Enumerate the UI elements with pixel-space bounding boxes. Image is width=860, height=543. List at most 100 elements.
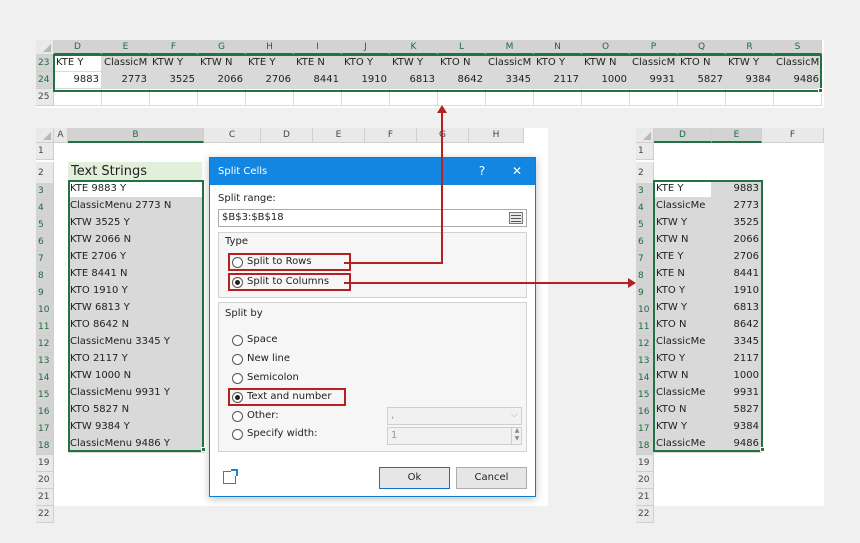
row-header[interactable]: 16 [36, 404, 54, 421]
table-cell[interactable]: 2706 [246, 72, 294, 89]
row-header[interactable]: 8 [636, 268, 654, 285]
split-text-cell[interactable]: ClassicMe [654, 198, 712, 215]
split-number-cell[interactable]: 5827 [712, 402, 762, 419]
row-header[interactable]: 5 [636, 217, 654, 234]
table-cell[interactable]: 1000 [582, 72, 630, 89]
text-string-cell[interactable]: KTW 6813 Y [68, 300, 204, 317]
new-line-radio[interactable] [232, 354, 243, 365]
column-header[interactable]: R [726, 40, 774, 55]
fill-handle[interactable] [760, 447, 765, 452]
table-cell[interactable] [774, 89, 822, 106]
split-number-cell[interactable]: 1000 [712, 368, 762, 385]
row-header[interactable]: 5 [36, 217, 54, 234]
help-button[interactable]: ? [472, 158, 492, 185]
table-cell[interactable]: KTE N [294, 55, 342, 72]
split-text-cell[interactable]: ClassicMe [654, 436, 712, 453]
column-header[interactable]: P [630, 40, 678, 55]
specify-width-radio[interactable] [232, 429, 243, 440]
table-cell[interactable] [54, 89, 102, 106]
row-header[interactable]: 2 [36, 162, 54, 185]
row-header[interactable]: 3 [36, 183, 54, 200]
table-cell[interactable]: 9931 [630, 72, 678, 89]
split-text-cell[interactable]: KTW Y [654, 215, 712, 232]
column-header[interactable]: M [486, 40, 534, 55]
column-header[interactable]: I [294, 40, 342, 55]
column-header[interactable]: H [469, 128, 524, 143]
other-radio[interactable] [232, 411, 243, 422]
row-header[interactable]: 16 [636, 404, 654, 421]
table-cell[interactable]: ClassicM [630, 55, 678, 72]
table-cell[interactable]: 2773 [102, 72, 150, 89]
table-cell[interactable] [630, 89, 678, 106]
text-string-cell[interactable]: KTO 5827 N [68, 402, 204, 419]
table-cell[interactable]: KTO N [678, 55, 726, 72]
row-header[interactable]: 15 [636, 387, 654, 404]
row-header[interactable]: 2 [636, 162, 654, 185]
row-header[interactable]: 10 [636, 302, 654, 319]
table-cell[interactable]: ClassicM [774, 55, 822, 72]
table-cell[interactable] [342, 89, 390, 106]
fill-handle[interactable] [201, 447, 206, 452]
split-text-cell[interactable]: ClassicMe [654, 334, 712, 351]
table-cell[interactable]: 2066 [198, 72, 246, 89]
sheet-corner[interactable] [36, 40, 54, 55]
row-header[interactable]: 18 [36, 438, 54, 455]
table-cell[interactable]: KTW N [198, 55, 246, 72]
row-header[interactable]: 10 [36, 302, 54, 319]
other-dropdown[interactable]: , [387, 407, 522, 425]
text-string-cell[interactable]: KTO 2117 Y [68, 351, 204, 368]
sheet-corner[interactable] [636, 128, 654, 143]
split-text-cell[interactable]: KTO Y [654, 283, 712, 300]
table-cell[interactable]: 3525 [150, 72, 198, 89]
row-header[interactable]: 22 [636, 506, 654, 523]
split-text-cell[interactable]: KTW N [654, 232, 712, 249]
table-cell[interactable]: ClassicM [486, 55, 534, 72]
row-header[interactable]: 9 [36, 285, 54, 302]
table-cell[interactable]: 1910 [342, 72, 390, 89]
width-stepper[interactable]: 1 [387, 427, 522, 445]
text-string-cell[interactable]: KTW 3525 Y [68, 215, 204, 232]
column-header[interactable]: D [654, 128, 712, 143]
split-text-cell[interactable]: KTE Y [654, 181, 712, 198]
row-header[interactable]: 6 [36, 234, 54, 251]
column-header[interactable]: O [582, 40, 630, 55]
table-cell[interactable] [534, 89, 582, 106]
column-header[interactable]: A [54, 128, 68, 143]
split-text-cell[interactable]: KTW Y [654, 419, 712, 436]
row-header[interactable]: 17 [36, 421, 54, 438]
split-text-cell[interactable]: KTO N [654, 317, 712, 334]
row-header[interactable]: 1 [36, 143, 54, 160]
row-header[interactable]: 7 [636, 251, 654, 268]
split-text-cell[interactable]: KTO Y [654, 351, 712, 368]
row-header[interactable]: 23 [36, 55, 54, 72]
split-number-cell[interactable]: 2773 [712, 198, 762, 215]
text-string-cell[interactable]: KTE 2706 Y [68, 249, 204, 266]
text-string-cell[interactable]: ClassicMenu 9931 Y [68, 385, 204, 402]
table-cell[interactable]: KTO N [438, 55, 486, 72]
table-cell[interactable] [486, 89, 534, 106]
row-header[interactable]: 21 [36, 489, 54, 506]
stepper-arrows-icon[interactable]: ▲ ▼ [511, 427, 522, 445]
split-text-cell[interactable]: ClassicMe [654, 385, 712, 402]
semicolon-label[interactable]: Semicolon [247, 372, 299, 383]
table-cell[interactable] [102, 89, 150, 106]
text-string-cell[interactable]: ClassicMenu 9486 Y [68, 436, 204, 453]
split-number-cell[interactable]: 2706 [712, 249, 762, 266]
table-cell[interactable] [294, 89, 342, 106]
row-header[interactable]: 12 [636, 336, 654, 353]
split-number-cell[interactable]: 8441 [712, 266, 762, 283]
split-to-columns-radio[interactable] [232, 277, 243, 288]
cancel-button[interactable]: Cancel [456, 467, 527, 489]
new-line-label[interactable]: New line [247, 353, 290, 364]
row-header[interactable]: 15 [36, 387, 54, 404]
split-to-rows-radio[interactable] [232, 257, 243, 268]
row-header[interactable]: 18 [636, 438, 654, 455]
ok-button[interactable]: Ok [379, 467, 450, 489]
text-string-cell[interactable]: KTW 2066 N [68, 232, 204, 249]
text-string-cell[interactable]: ClassicMenu 3345 Y [68, 334, 204, 351]
table-cell[interactable]: 8642 [438, 72, 486, 89]
text-string-cell[interactable]: KTO 1910 Y [68, 283, 204, 300]
table-cell[interactable]: KTW Y [726, 55, 774, 72]
column-header[interactable]: J [342, 40, 390, 55]
column-header[interactable]: K [390, 40, 438, 55]
